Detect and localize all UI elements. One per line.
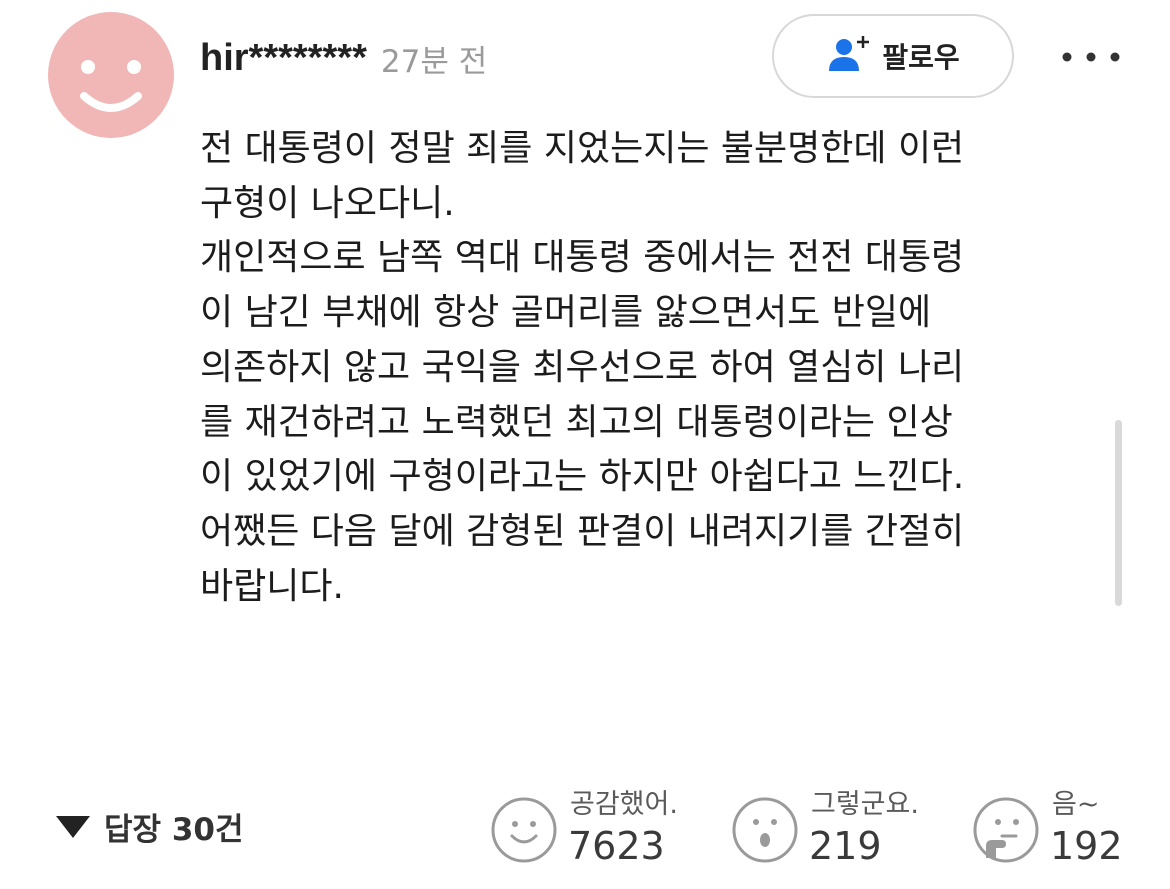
replies-label: 답장 30건 (104, 811, 244, 848)
thinking-face-icon (973, 797, 1039, 863)
comment-line: 를 재건하려고 노력했던 최고의 대통령이라는 인상 (200, 401, 953, 443)
scrollbar[interactable] (1115, 420, 1122, 606)
reaction-label: 그렇군요. (811, 789, 919, 820)
timestamp: 27분 전 (380, 43, 488, 80)
comment-line: 이 남긴 부채에 항상 골머리를 앓으면서도 반일에 (200, 292, 932, 334)
reaction-surprised[interactable]: 그렇군요. 219 (731, 780, 951, 880)
triangle-down-icon (56, 816, 90, 838)
comment-line: 전 대통령이 정말 죄를 지었는지는 불분명한데 이런 (200, 128, 965, 169)
more-options-button[interactable] (1056, 40, 1126, 74)
replies-toggle[interactable]: 답장 30건 (54, 800, 244, 852)
smile-face-icon (491, 797, 557, 863)
comment-header: hir******** 27분 전 (200, 30, 487, 86)
comment-line: 의존하지 않고 국익을 최우선으로 하여 열심히 나리 (200, 346, 965, 388)
more-dots-icon (1062, 52, 1120, 62)
smiley-avatar-icon (80, 60, 142, 112)
reaction-count: 219 (809, 824, 882, 868)
reaction-smile[interactable]: 공감했어. 7623 (490, 780, 720, 880)
comment-line: 개인적으로 남쪽 역대 대통령 중에서는 전전 대통령 (200, 237, 965, 279)
follow-label: 팔로우 (882, 41, 960, 74)
follow-button[interactable]: 팔로우 (772, 14, 1014, 98)
reaction-thinking[interactable]: 음~ 192 (972, 780, 1162, 880)
username[interactable]: hir******** (200, 37, 367, 80)
reaction-label: 공감했어. (570, 789, 678, 820)
avatar[interactable] (48, 12, 174, 138)
surprised-face-icon (732, 797, 798, 863)
person-plus-icon (829, 36, 870, 71)
comment-line: 이 있었기에 구형이라고는 하지만 아쉽다고 느낀다. (200, 456, 965, 498)
reaction-count: 192 (1050, 824, 1123, 868)
comment-line: 바랍니다. (200, 565, 344, 607)
reaction-count: 7623 (568, 824, 665, 868)
comment-line: 구형이 나오다니. (200, 182, 455, 224)
comment-text: 전 대통령이 정말 죄를 지었는지는 불분명한데 이런 구형이 나오다니. 개인… (200, 122, 1130, 614)
comment-line: 어쨌든 다음 달에 감형된 판결이 내려지기를 간절히 (200, 510, 965, 552)
reaction-label: 음~ (1052, 789, 1100, 820)
